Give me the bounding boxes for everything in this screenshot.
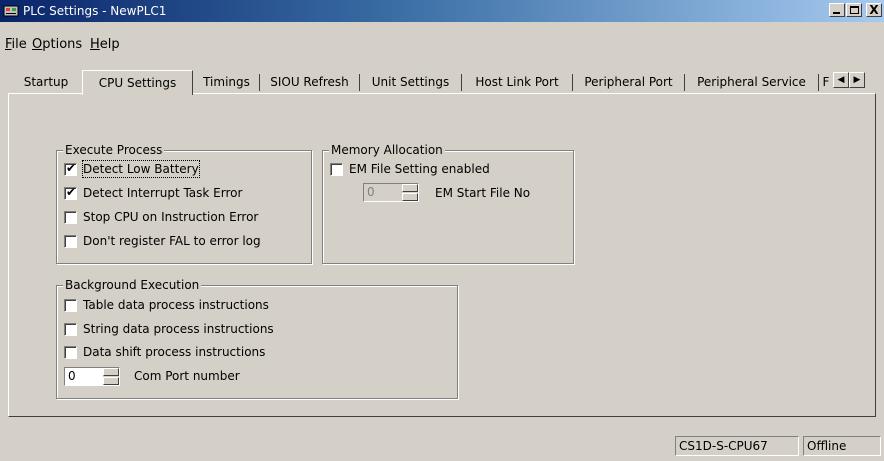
- tab-truncated[interactable]: F: [819, 73, 833, 92]
- window-title: PLC Settings - NewPLC1: [23, 4, 167, 18]
- plc-settings-icon: [3, 5, 19, 17]
- menu-options[interactable]: Options: [32, 37, 82, 53]
- com-port-label: Com Port number: [134, 369, 240, 383]
- em-file-setting-checkbox[interactable]: EM File Setting enabled: [330, 161, 530, 177]
- tab-siou-refresh[interactable]: SIOU Refresh: [260, 73, 359, 92]
- plc-settings-window: PLC Settings - NewPLC1 X File Options He…: [0, 0, 884, 461]
- dont-register-fal-checkbox[interactable]: Don't register FAL to error log: [64, 233, 304, 249]
- check-icon: ✔: [66, 185, 77, 199]
- maximize-icon: [850, 6, 859, 14]
- checkbox-box: [64, 235, 77, 248]
- checkbox-label: String data process instructions: [83, 322, 274, 336]
- detect-low-battery-checkbox[interactable]: ✔ Detect Low Battery: [64, 160, 294, 178]
- menu-file[interactable]: File: [5, 37, 27, 53]
- group-title: Memory Allocation: [329, 143, 445, 157]
- close-button[interactable]: X: [866, 3, 882, 17]
- status-model: CS1D-S-CPU67: [675, 436, 799, 456]
- menu-help[interactable]: Help: [90, 37, 120, 53]
- detect-interrupt-task-error-checkbox[interactable]: ✔ Detect Interrupt Task Error: [64, 185, 294, 201]
- tab-scroll-left-icon[interactable]: ◀: [833, 72, 849, 88]
- cpu-settings-page: Execute Process ✔ Detect Low Battery ✔ D…: [8, 93, 876, 417]
- spinbox-value: 0: [367, 185, 375, 199]
- background-execution-group: Background Execution Table data process …: [56, 278, 458, 399]
- tab-host-link-port[interactable]: Host Link Port: [462, 73, 572, 92]
- string-data-process-checkbox[interactable]: String data process instructions: [64, 321, 324, 337]
- menu-bar: File Options Help: [0, 35, 884, 57]
- spin-arrows-icon[interactable]: [402, 184, 418, 201]
- stop-cpu-on-instruction-error-checkbox[interactable]: Stop CPU on Instruction Error: [64, 209, 304, 225]
- checkbox-box: [64, 346, 77, 359]
- minimize-icon: [833, 12, 840, 14]
- checkbox-label: EM File Setting enabled: [349, 162, 490, 176]
- maximize-button[interactable]: [846, 3, 862, 17]
- em-start-file-label: EM Start File No: [435, 186, 531, 200]
- data-shift-process-checkbox[interactable]: Data shift process instructions: [64, 344, 324, 360]
- checkbox-box: [64, 211, 77, 224]
- tab-scroll-right-icon[interactable]: ▶: [849, 72, 865, 88]
- checkbox-label: Data shift process instructions: [83, 345, 266, 359]
- tab-timings[interactable]: Timings: [194, 73, 259, 92]
- checkbox-box: [64, 299, 77, 312]
- em-start-file-spinbox[interactable]: 0: [363, 183, 419, 202]
- checkbox-label: Don't register FAL to error log: [83, 234, 261, 248]
- tab-strip: Startup CPU Settings Timings SIOU Refres…: [10, 70, 884, 95]
- checkbox-box: ✔: [64, 161, 77, 176]
- group-title: Background Execution: [63, 278, 202, 292]
- tab-unit-settings[interactable]: Unit Settings: [360, 73, 461, 92]
- execute-process-group: Execute Process ✔ Detect Low Battery ✔ D…: [56, 143, 312, 264]
- checkbox-label: Table data process instructions: [83, 298, 269, 312]
- tab-cpu-settings[interactable]: CPU Settings: [82, 70, 193, 95]
- checkbox-label: Stop CPU on Instruction Error: [83, 210, 259, 224]
- tab-startup[interactable]: Startup: [10, 73, 82, 92]
- title-bar[interactable]: PLC Settings - NewPLC1 X: [0, 0, 884, 22]
- close-icon: X: [869, 3, 879, 17]
- memory-allocation-group: Memory Allocation EM File Setting enable…: [322, 143, 574, 264]
- check-icon: ✔: [66, 161, 77, 175]
- minimize-button[interactable]: [829, 3, 845, 17]
- checkbox-box: [330, 163, 343, 176]
- checkbox-box: ✔: [64, 185, 77, 200]
- table-data-process-checkbox[interactable]: Table data process instructions: [64, 297, 324, 313]
- status-connection: Offline: [803, 436, 881, 456]
- spin-arrows-icon[interactable]: [103, 368, 119, 385]
- spinbox-value: 0: [68, 369, 76, 383]
- com-port-spinbox[interactable]: 0: [64, 367, 120, 386]
- tab-peripheral-port[interactable]: Peripheral Port: [573, 73, 684, 92]
- checkbox-box: [64, 323, 77, 336]
- checkbox-label: Detect Low Battery: [82, 160, 200, 178]
- tab-peripheral-service[interactable]: Peripheral Service: [685, 73, 818, 92]
- checkbox-label: Detect Interrupt Task Error: [83, 186, 243, 200]
- group-title: Execute Process: [63, 143, 165, 157]
